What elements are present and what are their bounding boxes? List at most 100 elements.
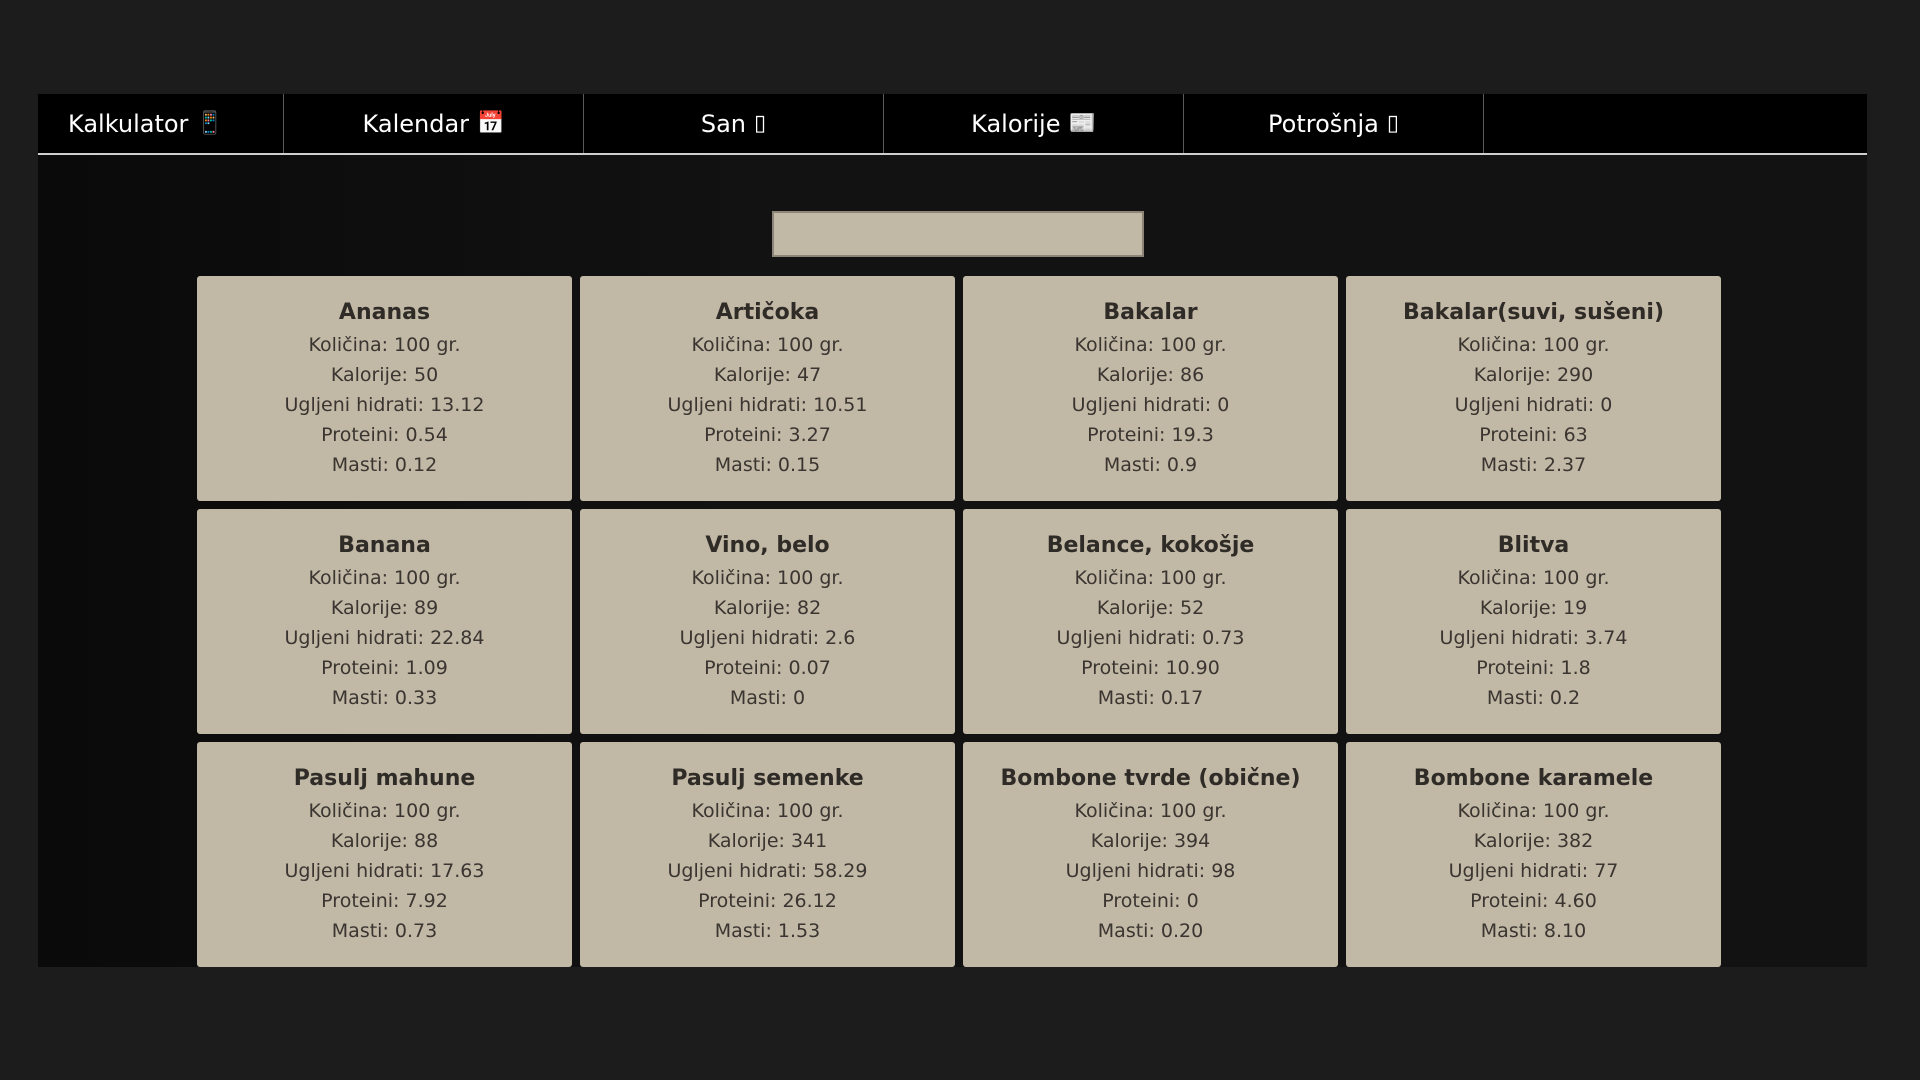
- food-carbohydrates: Ugljeni hidrati: 77: [1448, 860, 1619, 882]
- newspaper-icon: 📰: [1068, 111, 1096, 136]
- food-quantity: Količina: 100 gr.: [1074, 567, 1227, 589]
- food-calories: Kalorije: 89: [330, 597, 439, 619]
- food-fats: Masti: 0.9: [1103, 454, 1198, 476]
- food-name: Bakalar: [1103, 300, 1198, 325]
- food-card[interactable]: Belance, kokošje Količina: 100 gr. Kalorij…: [963, 509, 1338, 734]
- food-card[interactable]: Bombone karamele Količina: 100 gr. Kalorij…: [1346, 742, 1721, 967]
- food-card[interactable]: Vino, belo Količina: 100 gr. Kalorije: 82 U…: [580, 509, 955, 734]
- food-name: Blitva: [1497, 533, 1570, 558]
- food-carbohydrates: Ugljeni hidrati: 22.84: [284, 627, 485, 649]
- food-calories: Kalorije: 382: [1473, 830, 1594, 852]
- nav-item-label: San: [700, 109, 747, 138]
- food-proteins: Proteini: 1.09: [321, 657, 448, 679]
- nav-item-label: Kalendar: [362, 109, 470, 138]
- food-calories: Kalorije: 86: [1096, 364, 1205, 386]
- food-fats: Masti: 0.2: [1486, 687, 1581, 709]
- food-calories: Kalorije: 341: [707, 830, 828, 852]
- food-proteins: Proteini: 7.92: [321, 890, 448, 912]
- phone-icon: 📱: [196, 111, 224, 136]
- missing-glyph-icon: ▯: [1386, 111, 1399, 136]
- food-quantity: Količina: 100 gr.: [1457, 567, 1610, 589]
- food-carbohydrates: Ugljeni hidrati: 0: [1454, 394, 1613, 416]
- food-name: Pasulj semenke: [671, 766, 864, 791]
- food-quantity: Količina: 100 gr.: [1457, 800, 1610, 822]
- food-name: Belance, kokošje: [1046, 533, 1255, 558]
- nav-item-label: Potrošnja: [1268, 109, 1379, 138]
- top-navbar: Kalkulator 📱 Kalendar 📅 San ▯ Kalorije 📰…: [38, 94, 1867, 155]
- food-carbohydrates: Ugljeni hidrati: 13.12: [284, 394, 485, 416]
- food-proteins: Proteini: 0: [1102, 890, 1199, 912]
- food-name: Bombone tvrde (obične): [1000, 766, 1301, 791]
- food-name: Vino, belo: [705, 533, 830, 558]
- food-name: Artičoka: [715, 300, 820, 325]
- food-name: Bombone karamele: [1413, 766, 1654, 791]
- search-input[interactable]: [772, 211, 1144, 257]
- food-fats: Masti: 0.20: [1097, 920, 1204, 942]
- food-proteins: Proteini: 0.07: [704, 657, 831, 679]
- food-carbohydrates: Ugljeni hidrati: 0.73: [1056, 627, 1245, 649]
- nav-item-label: Kalkulator: [68, 109, 189, 138]
- nav-item-kalorije[interactable]: Kalorije 📰: [884, 94, 1184, 153]
- nav-item-san[interactable]: San ▯: [584, 94, 884, 153]
- food-fats: Masti: 0.12: [331, 454, 438, 476]
- food-quantity: Količina: 100 gr.: [308, 800, 461, 822]
- food-name: Pasulj mahune: [293, 766, 476, 791]
- food-carbohydrates: Ugljeni hidrati: 2.6: [679, 627, 856, 649]
- food-fats: Masti: 8.10: [1480, 920, 1587, 942]
- food-card[interactable]: Banana Količina: 100 gr. Kalorije: 89 Uglje…: [197, 509, 572, 734]
- nav-item-kalendar[interactable]: Kalendar 📅: [284, 94, 584, 153]
- food-name: Banana: [338, 533, 431, 558]
- food-calories: Kalorije: 394: [1090, 830, 1211, 852]
- food-calories: Kalorije: 52: [1096, 597, 1205, 619]
- nav-item-label: Kalorije: [971, 109, 1061, 138]
- food-calories: Kalorije: 290: [1473, 364, 1594, 386]
- food-fats: Masti: 0.73: [331, 920, 438, 942]
- food-card[interactable]: Bakalar Količina: 100 gr. Kalorije: 86 Uglj…: [963, 276, 1338, 501]
- food-quantity: Količina: 100 gr.: [308, 567, 461, 589]
- food-card[interactable]: Artičoka Količina: 100 gr. Kalorije: 47 Ugl…: [580, 276, 955, 501]
- food-proteins: Proteini: 19.3: [1087, 424, 1214, 446]
- food-proteins: Proteini: 1.8: [1476, 657, 1591, 679]
- food-fats: Masti: 0.17: [1097, 687, 1204, 709]
- food-fats: Masti: 2.37: [1480, 454, 1587, 476]
- food-card[interactable]: Ananas Količina: 100 gr. Kalorije: 50 Uglje…: [197, 276, 572, 501]
- food-fats: Masti: 0: [729, 687, 806, 709]
- food-calories: Kalorije: 19: [1479, 597, 1588, 619]
- food-fats: Masti: 0.15: [714, 454, 821, 476]
- food-calories: Kalorije: 50: [330, 364, 439, 386]
- food-carbohydrates: Ugljeni hidrati: 17.63: [284, 860, 485, 882]
- food-proteins: Proteini: 63: [1479, 424, 1588, 446]
- food-proteins: Proteini: 4.60: [1470, 890, 1597, 912]
- food-card[interactable]: Pasulj semenke Količina: 100 gr. Kalorije:…: [580, 742, 955, 967]
- nav-item-potrosnja[interactable]: Potrošnja ▯: [1184, 94, 1484, 153]
- food-quantity: Količina: 100 gr.: [691, 567, 844, 589]
- food-quantity: Količina: 100 gr.: [1074, 334, 1227, 356]
- food-carbohydrates: Ugljeni hidrati: 10.51: [667, 394, 868, 416]
- food-card[interactable]: Bakalar(suvi, sušeni) Količina: 100 gr. Ka…: [1346, 276, 1721, 501]
- food-carbohydrates: Ugljeni hidrati: 98: [1065, 860, 1236, 882]
- food-grid: Ananas Količina: 100 gr. Kalorije: 50 Uglje…: [197, 276, 1724, 967]
- food-proteins: Proteini: 26.12: [698, 890, 837, 912]
- food-quantity: Količina: 100 gr.: [691, 800, 844, 822]
- food-proteins: Proteini: 0.54: [321, 424, 448, 446]
- food-carbohydrates: Ugljeni hidrati: 58.29: [667, 860, 868, 882]
- nav-item-kalkulator[interactable]: Kalkulator 📱: [38, 94, 284, 153]
- food-fats: Masti: 0.33: [331, 687, 438, 709]
- food-carbohydrates: Ugljeni hidrati: 0: [1071, 394, 1230, 416]
- food-name: Ananas: [338, 300, 431, 325]
- food-carbohydrates: Ugljeni hidrati: 3.74: [1439, 627, 1628, 649]
- food-card[interactable]: Bombone tvrde (obične) Količina: 100 gr. K…: [963, 742, 1338, 967]
- calendar-icon: 📅: [477, 111, 505, 136]
- food-proteins: Proteini: 10.90: [1081, 657, 1220, 679]
- food-card[interactable]: Blitva Količina: 100 gr. Kalorije: 19 Uglje…: [1346, 509, 1721, 734]
- food-calories: Kalorije: 82: [713, 597, 822, 619]
- food-fats: Masti: 1.53: [714, 920, 821, 942]
- food-quantity: Količina: 100 gr.: [1457, 334, 1610, 356]
- food-proteins: Proteini: 3.27: [704, 424, 831, 446]
- food-card[interactable]: Pasulj mahune Količina: 100 gr. Kalorije: …: [197, 742, 572, 967]
- food-quantity: Količina: 100 gr.: [1074, 800, 1227, 822]
- food-name: Bakalar(suvi, sušeni): [1402, 300, 1665, 325]
- food-calories: Kalorije: 47: [713, 364, 822, 386]
- food-quantity: Količina: 100 gr.: [308, 334, 461, 356]
